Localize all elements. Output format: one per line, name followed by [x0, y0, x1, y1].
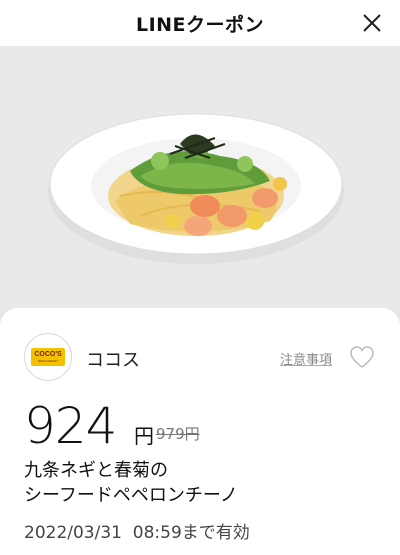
discount-price: 924: [24, 397, 117, 455]
notes-link[interactable]: 注意事項: [280, 349, 332, 368]
heart-outline-icon: [350, 346, 374, 368]
favorite-button[interactable]: [349, 345, 375, 369]
product-name-line2: シーフードペペロンチーノ: [24, 485, 238, 506]
logo-subtext: RESTAURANT: [37, 359, 59, 363]
hero-image: [0, 46, 400, 308]
app-header: LINEクーポン: [0, 0, 400, 46]
close-icon: [363, 14, 381, 32]
pasta-dish-image: [48, 113, 344, 264]
logo-text: COCO'S: [34, 351, 62, 358]
price-unit: 円: [134, 424, 154, 448]
product-name-line1: 九条ネギと春菊の: [24, 460, 168, 481]
page-title: LINEクーポン: [135, 13, 265, 36]
product-name: 九条ネギと春菊の シーフードペペロンチーノ: [24, 458, 376, 508]
price-row: 924 円 979円: [24, 398, 384, 454]
close-button[interactable]: [358, 9, 386, 37]
cocos-logo-icon: COCO'S RESTAURANT: [31, 348, 65, 366]
coupon-card: COCO'S RESTAURANT ココス 注意事項 924 円 979円 九条…: [0, 308, 400, 555]
store-name: ココス: [86, 350, 140, 371]
validity-date: 2022/03/31 08:59まで有効: [24, 523, 250, 543]
original-price: 979円: [156, 425, 200, 443]
store-logo: COCO'S RESTAURANT: [24, 333, 72, 381]
